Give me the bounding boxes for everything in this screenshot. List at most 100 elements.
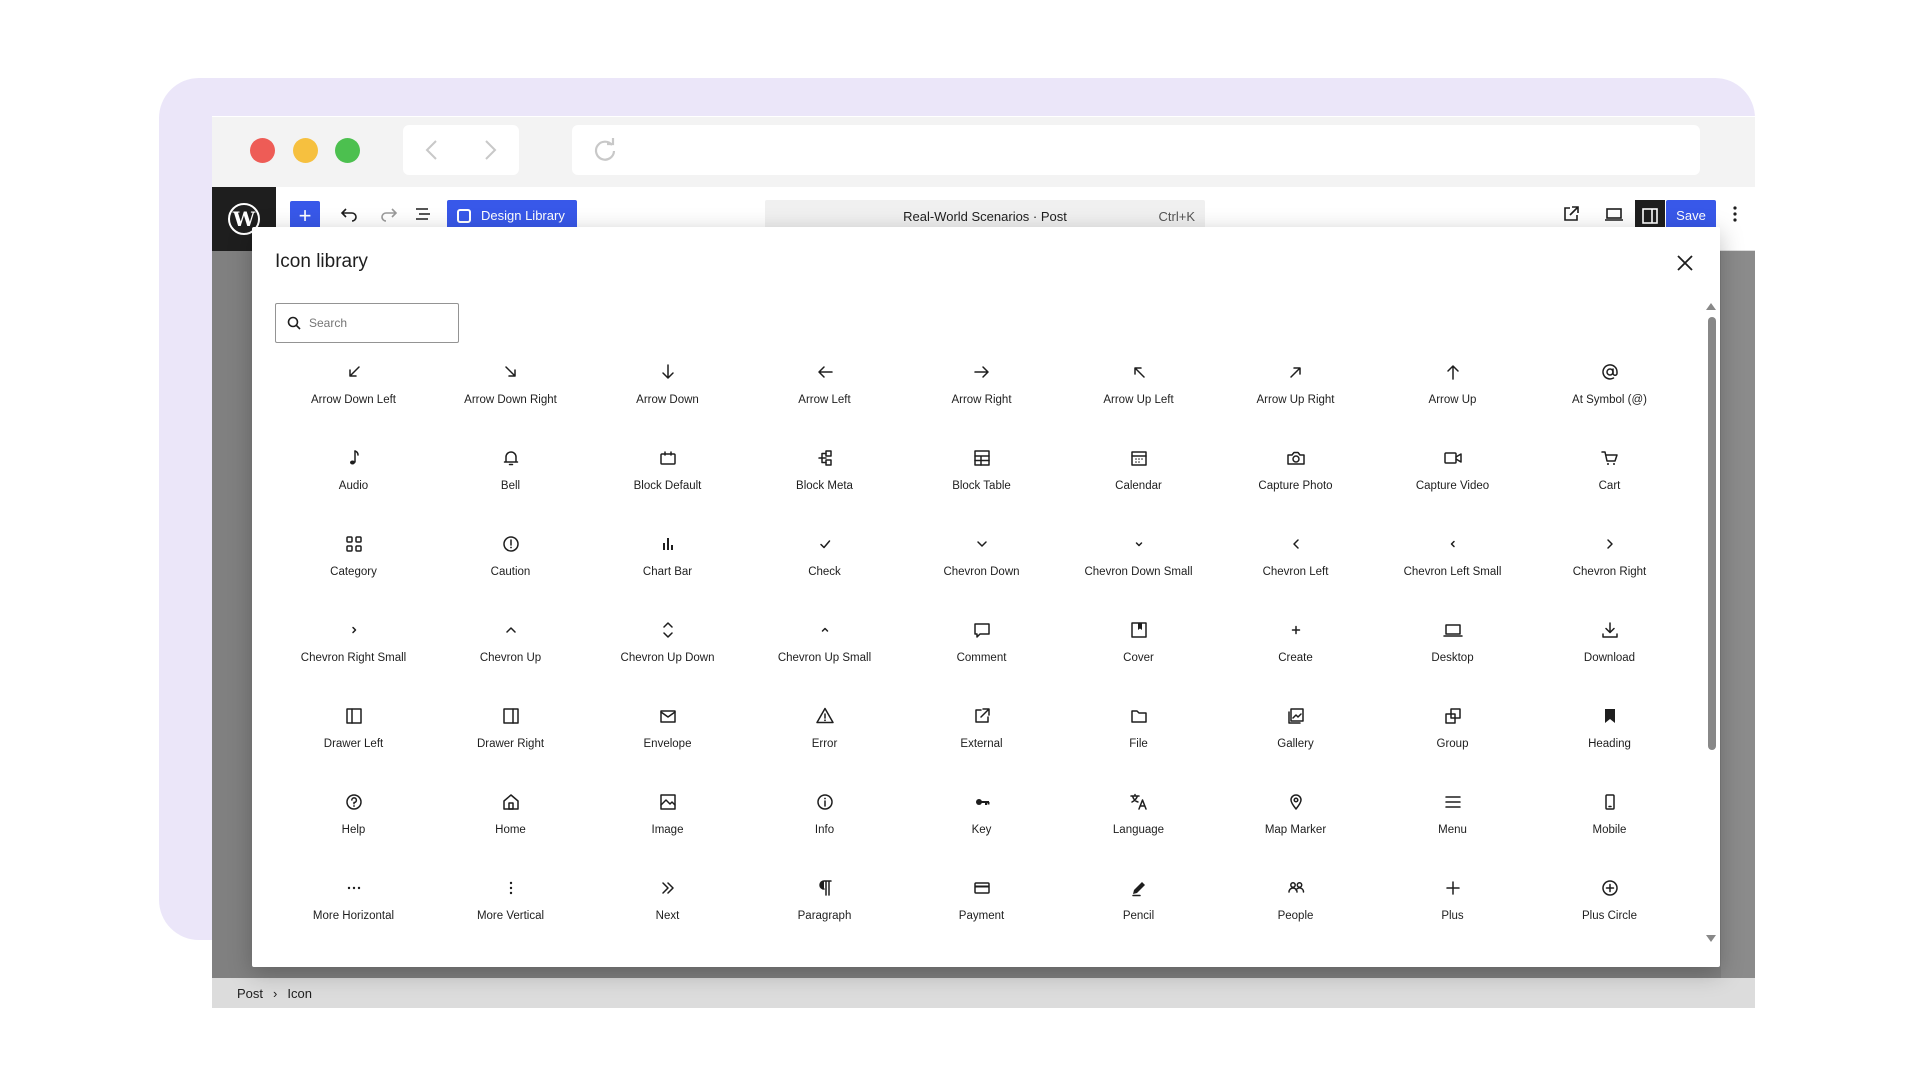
icon-option[interactable]: File	[1060, 698, 1217, 784]
reload-icon[interactable]	[592, 137, 618, 163]
icon-option[interactable]: Chevron Down	[903, 526, 1060, 612]
icon-option[interactable]: Plus Circle	[1531, 870, 1688, 956]
icon-option[interactable]: Chevron Up	[432, 612, 589, 698]
icon-option[interactable]: Chevron Left Small	[1374, 526, 1531, 612]
icon-option-label: File	[1129, 738, 1148, 750]
icon-option[interactable]: Cart	[1531, 440, 1688, 526]
undo-button[interactable]	[340, 205, 358, 228]
icon-option-label: Arrow Down Right	[464, 394, 557, 406]
icon-option[interactable]: Arrow Up Left	[1060, 354, 1217, 440]
icon-option[interactable]: Envelope	[589, 698, 746, 784]
error-icon	[815, 707, 834, 724]
breadcrumb-post[interactable]: Post	[237, 986, 263, 1001]
icon-option[interactable]: Language	[1060, 784, 1217, 870]
icon-option[interactable]: Arrow Down Left	[275, 354, 432, 440]
icon-option[interactable]: Map Marker	[1217, 784, 1374, 870]
preview-button[interactable]	[1604, 205, 1624, 228]
icon-option[interactable]: Arrow Up Right	[1217, 354, 1374, 440]
icon-option[interactable]: Arrow Right	[903, 354, 1060, 440]
icon-option[interactable]: Mobile	[1531, 784, 1688, 870]
address-bar[interactable]	[572, 125, 1700, 175]
icon-option[interactable]: Payment	[903, 870, 1060, 956]
icon-option[interactable]: Chart Bar	[589, 526, 746, 612]
icon-option[interactable]: Calendar	[1060, 440, 1217, 526]
icon-option[interactable]: Chevron Right Small	[275, 612, 432, 698]
icon-option[interactable]: At Symbol (@)	[1531, 354, 1688, 440]
icon-option[interactable]: People	[1217, 870, 1374, 956]
icon-option[interactable]: Next	[589, 870, 746, 956]
icon-option[interactable]: Caution	[432, 526, 589, 612]
icon-option[interactable]: Arrow Down	[589, 354, 746, 440]
minimize-window-button[interactable]	[293, 138, 318, 163]
icon-option[interactable]: Block Default	[589, 440, 746, 526]
icon-option[interactable]: External	[903, 698, 1060, 784]
icon-option[interactable]: Pencil	[1060, 870, 1217, 956]
forward-button[interactable]	[461, 125, 519, 175]
search-input[interactable]	[309, 313, 449, 333]
settings-sidebar-dimmed	[1721, 251, 1755, 978]
icon-option[interactable]: Download	[1531, 612, 1688, 698]
icon-option[interactable]: Desktop	[1374, 612, 1531, 698]
back-button[interactable]	[403, 125, 461, 175]
scroll-down-arrow[interactable]	[1706, 935, 1716, 942]
scroll-up-arrow[interactable]	[1706, 303, 1716, 310]
maximize-window-button[interactable]	[335, 138, 360, 163]
block-default-icon	[659, 451, 676, 465]
icon-option[interactable]: Capture Video	[1374, 440, 1531, 526]
document-overview-button[interactable]	[414, 205, 432, 228]
view-post-button[interactable]	[1562, 205, 1580, 228]
icon-option-label: Chevron Right Small	[300, 652, 407, 664]
icon-option[interactable]: Arrow Down Right	[432, 354, 589, 440]
icon-option[interactable]: Arrow Up	[1374, 354, 1531, 440]
icon-option-label: Block Meta	[796, 480, 853, 492]
icon-option[interactable]: Menu	[1374, 784, 1531, 870]
icon-option[interactable]: Bell	[432, 440, 589, 526]
caution-icon	[502, 536, 519, 552]
icon-option[interactable]: Info	[746, 784, 903, 870]
icon-option[interactable]: Key	[903, 784, 1060, 870]
scroll-thumb[interactable]	[1708, 317, 1716, 750]
icon-option[interactable]: Block Table	[903, 440, 1060, 526]
icon-option[interactable]: Heading	[1531, 698, 1688, 784]
icon-option-label: Arrow Down	[636, 394, 699, 406]
icon-option[interactable]: Category	[275, 526, 432, 612]
icon-option[interactable]: Plus	[1374, 870, 1531, 956]
icon-option[interactable]: Chevron Down Small	[1060, 526, 1217, 612]
icon-option[interactable]: Capture Photo	[1217, 440, 1374, 526]
close-window-button[interactable]	[250, 138, 275, 163]
icon-option[interactable]: Arrow Left	[746, 354, 903, 440]
icon-option[interactable]: Image	[589, 784, 746, 870]
icon-option[interactable]: Chevron Up Down	[589, 612, 746, 698]
icon-library-modal: Icon library Arrow Down Left Arrow Down R…	[252, 227, 1720, 967]
icon-option[interactable]: Audio	[275, 440, 432, 526]
icon-option[interactable]: Block Meta	[746, 440, 903, 526]
icon-option[interactable]: Create	[1217, 612, 1374, 698]
icon-option[interactable]: Chevron Up Small	[746, 612, 903, 698]
icon-option[interactable]: Chevron Left	[1217, 526, 1374, 612]
redo-button[interactable]	[380, 205, 398, 228]
icon-option[interactable]: Check	[746, 526, 903, 612]
icon-option[interactable]: Home	[432, 784, 589, 870]
icon-option[interactable]: Chevron Right	[1531, 526, 1688, 612]
capture-photo-icon	[1286, 451, 1305, 465]
close-modal-button[interactable]	[1671, 249, 1699, 277]
modal-scrollbar[interactable]	[1706, 303, 1716, 943]
icon-option[interactable]: More Vertical	[432, 870, 589, 956]
options-button[interactable]	[1732, 205, 1738, 228]
icon-option[interactable]: Gallery	[1217, 698, 1374, 784]
icon-option-label: People	[1277, 910, 1314, 922]
icon-option[interactable]: Help	[275, 784, 432, 870]
icon-option[interactable]: Error	[746, 698, 903, 784]
icon-option[interactable]: More Horizontal	[275, 870, 432, 956]
icon-option[interactable]: Cover	[1060, 612, 1217, 698]
icon-option[interactable]: Comment	[903, 612, 1060, 698]
icon-option[interactable]: Group	[1374, 698, 1531, 784]
icon-option[interactable]: Drawer Right	[432, 698, 589, 784]
gallery-icon	[1287, 708, 1304, 724]
breadcrumb-icon-block[interactable]: Icon	[287, 986, 312, 1001]
list-view-icon	[416, 208, 430, 220]
icon-option[interactable]: Paragraph	[746, 870, 903, 956]
icon-option[interactable]: Drawer Left	[275, 698, 432, 784]
icon-option-label: Drawer Right	[476, 738, 545, 750]
icon-option-label: Arrow Up Right	[1256, 394, 1335, 406]
